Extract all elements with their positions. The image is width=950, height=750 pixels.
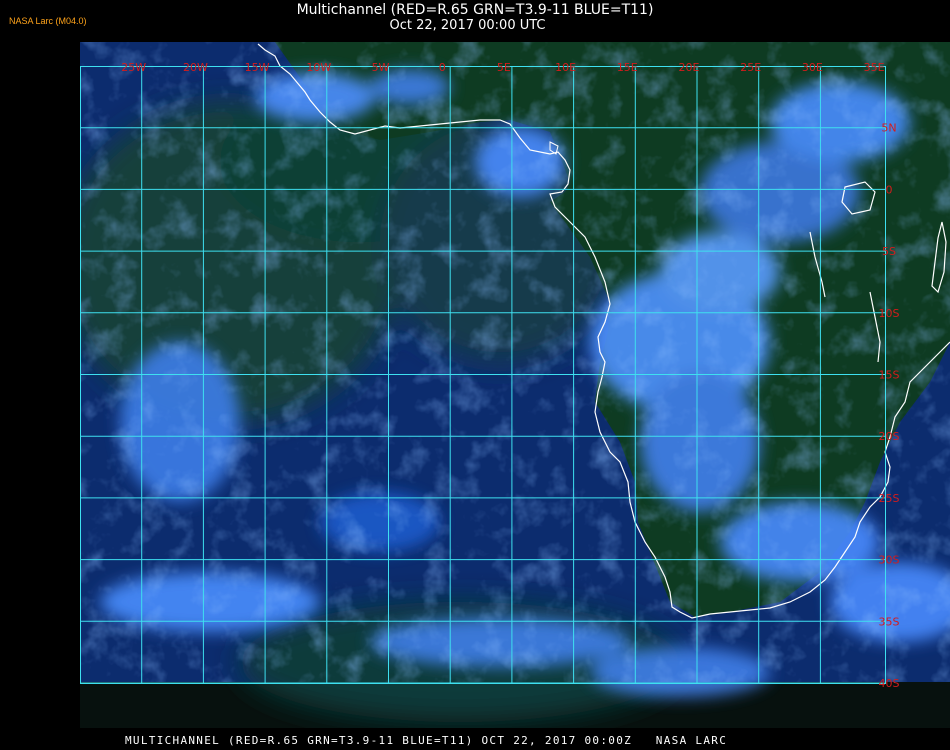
longitude-label: 25E: [740, 61, 761, 74]
image-datetime: Oct 22, 2017 00:00 UTC: [389, 18, 546, 33]
latitude-label: 20S: [879, 430, 900, 443]
longitude-label: 35E: [864, 61, 885, 74]
longitude-label: 5E: [497, 61, 511, 74]
longitude-label: 10E: [555, 61, 576, 74]
longitude-label: 20W: [183, 61, 208, 74]
latitude-label: 0: [886, 183, 893, 196]
longitude-label: 15E: [617, 61, 638, 74]
image-title: Multichannel (RED=R.65 GRN=T3.9-11 BLUE=…: [296, 2, 654, 18]
longitude-label: 0: [439, 61, 446, 74]
latitude-label: 10S: [879, 307, 900, 320]
longitude-label: 5W: [372, 61, 390, 74]
latitude-label: 15S: [879, 369, 900, 382]
latitude-label: 5S: [882, 245, 896, 258]
cloud-texture: [80, 42, 950, 682]
latitude-label: 30S: [879, 554, 900, 567]
longitude-label: 15W: [245, 61, 270, 74]
latitude-label: 5N: [881, 122, 896, 135]
satellite-image: 25W 20W 15W 10W 5W 0 5E 10E 15E 20E 25E 30E 35E 5N 0 5…: [80, 42, 950, 728]
footer-caption: MULTICHANNEL (RED=R.65 GRN=T3.9-11 BLUE=…: [125, 734, 728, 747]
longitude-label: 20E: [679, 61, 700, 74]
longitude-label: 10W: [306, 61, 331, 74]
latitude-label: 35S: [879, 615, 900, 628]
latitude-label: 25S: [879, 492, 900, 505]
latitude-label: 40S: [879, 677, 900, 690]
satellite-map[interactable]: 25W 20W 15W 10W 5W 0 5E 10E 15E 20E 25E 30E 35E 5N 0 5…: [80, 42, 950, 728]
longitude-label: 25W: [121, 61, 146, 74]
longitude-label: 30E: [802, 61, 823, 74]
